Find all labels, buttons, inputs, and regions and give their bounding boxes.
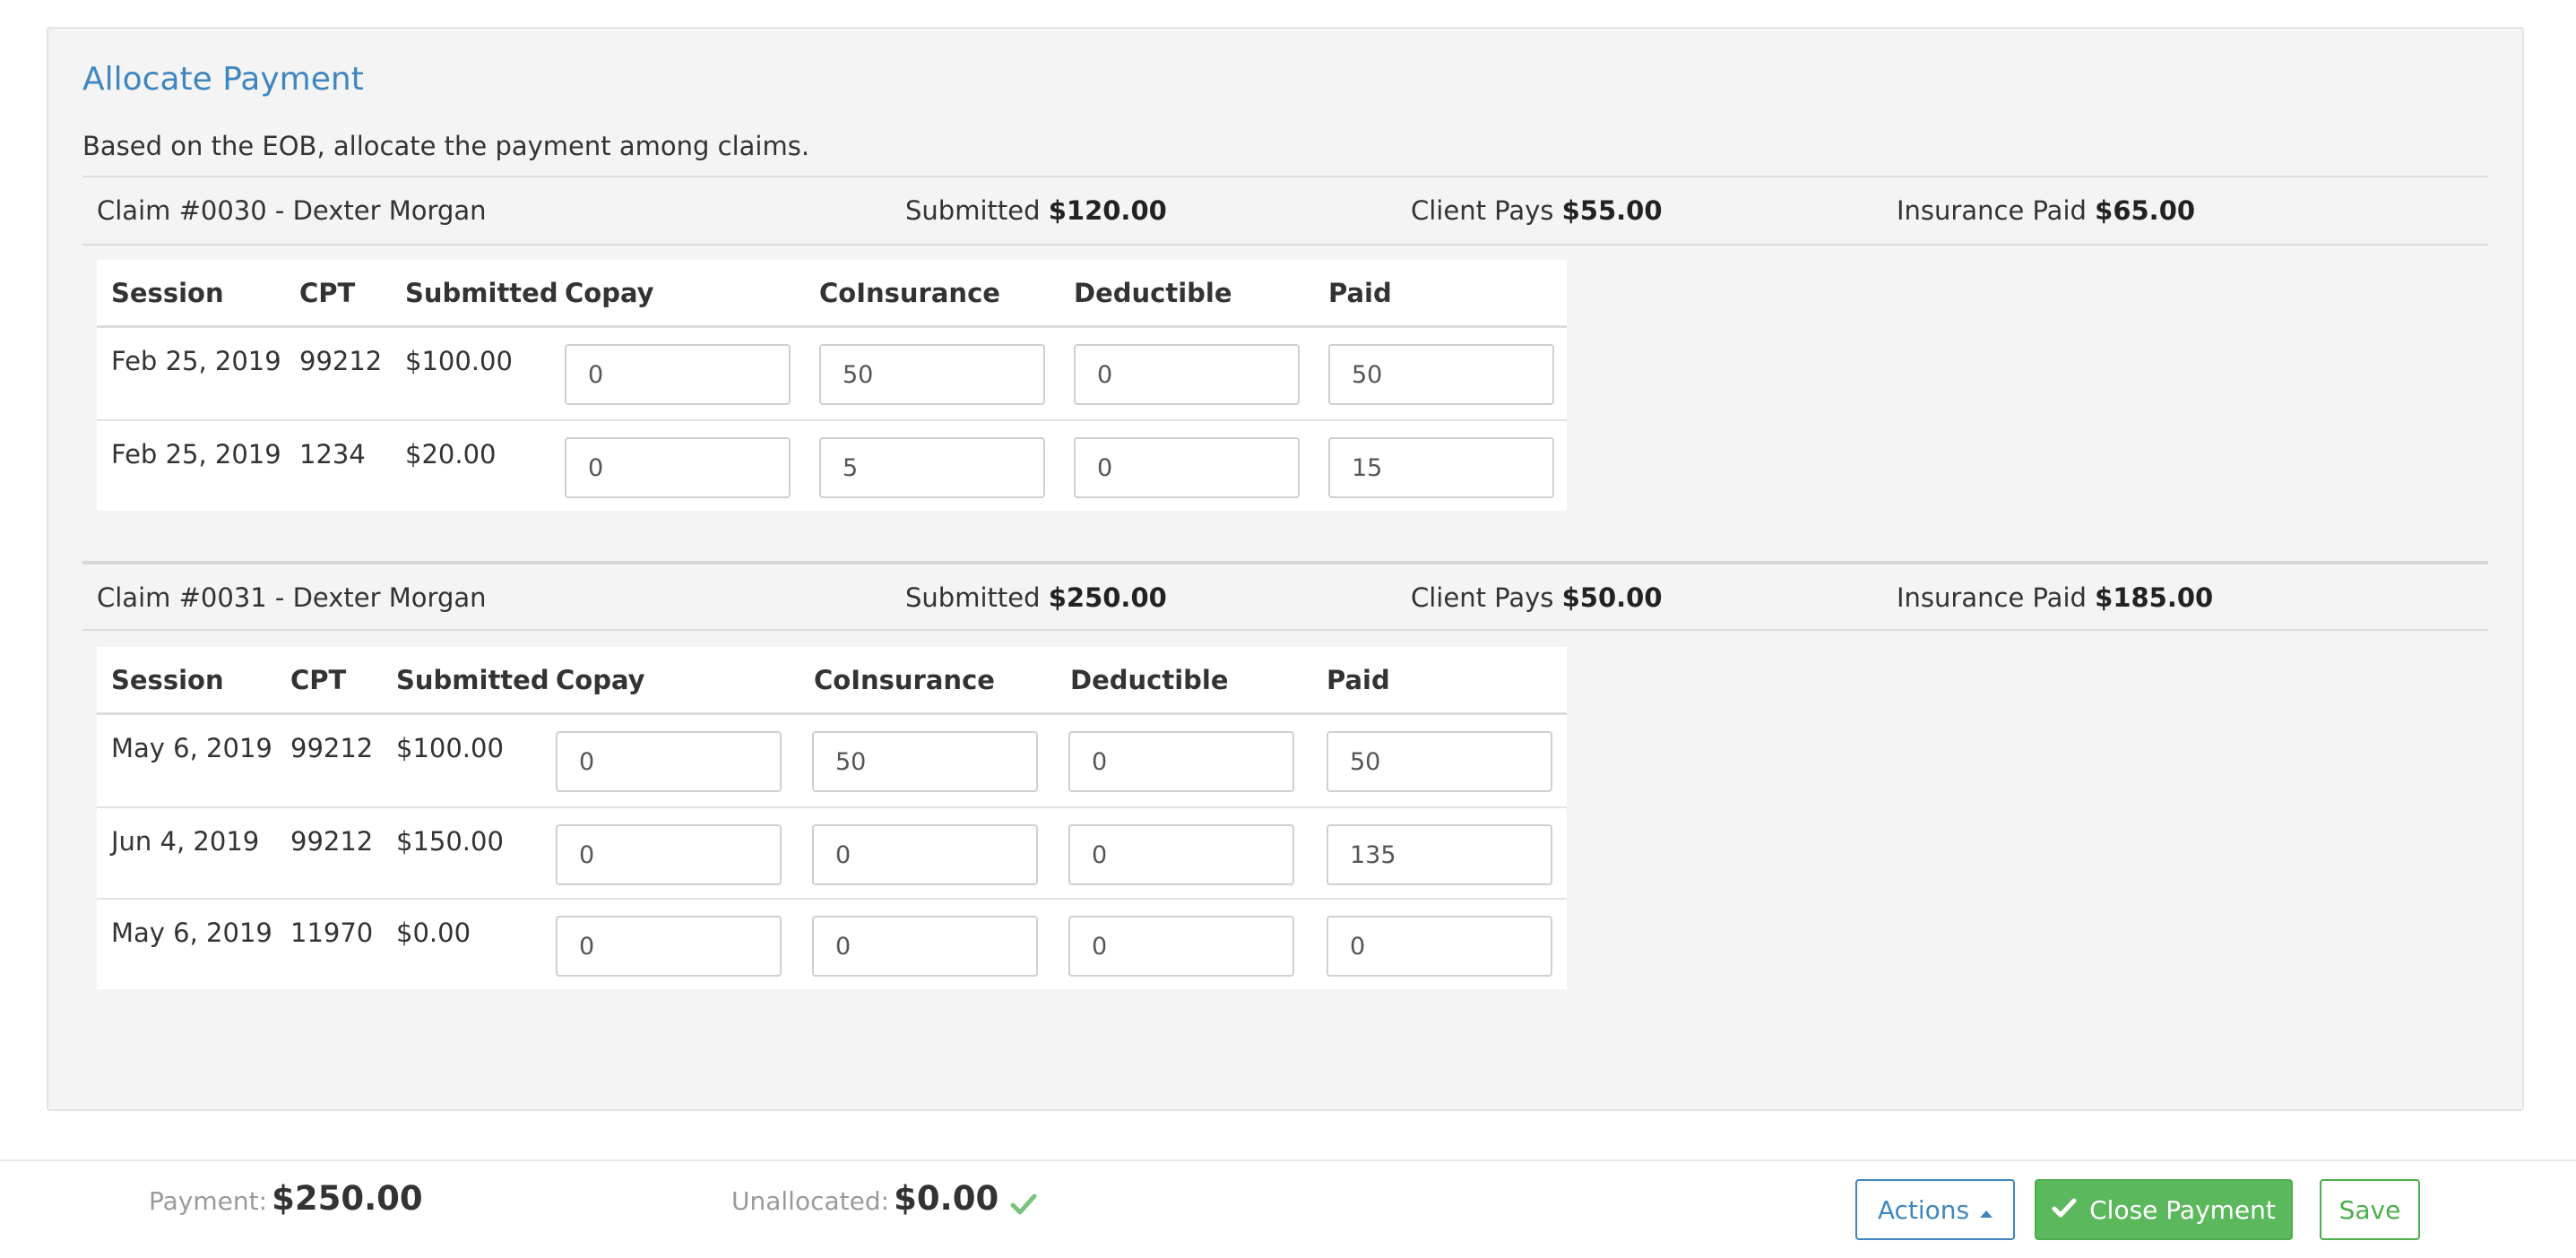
- claim-submitted: Submitted $120.00: [905, 195, 1167, 226]
- claim-client-pays-label: Client Pays: [1411, 195, 1554, 226]
- col-session: Session: [111, 665, 224, 695]
- cpt-code: 99212: [290, 733, 374, 763]
- panel-description: Based on the EOB, allocate the payment a…: [82, 131, 810, 161]
- col-submitted: Submitted: [405, 278, 558, 308]
- unallocated-total: Unallocated: $0.00: [731, 1179, 1037, 1219]
- col-paid: Paid: [1327, 665, 1390, 695]
- submitted-amount: $150.00: [396, 826, 504, 857]
- table-row: Feb 25, 2019 1234 $20.00: [97, 419, 1567, 511]
- session-date: Jun 4, 2019: [111, 826, 260, 857]
- claim-insurance-paid-value: $65.00: [2095, 195, 2196, 226]
- save-button[interactable]: Save: [2320, 1179, 2420, 1240]
- col-submitted: Submitted: [396, 665, 549, 695]
- submitted-amount: $0.00: [396, 918, 471, 948]
- unallocated-label: Unallocated:: [731, 1186, 890, 1216]
- table-header-row: Session CPT Submitted Copay CoInsurance …: [97, 647, 1567, 715]
- deductible-input[interactable]: [1068, 731, 1294, 792]
- payment-label: Payment:: [149, 1186, 268, 1216]
- claim-insurance-paid: Insurance Paid $65.00: [1897, 195, 2195, 226]
- claim-client-pays-value: $55.00: [1561, 195, 1663, 226]
- coinsurance-input[interactable]: [812, 916, 1038, 977]
- payment-value: $250.00: [272, 1179, 423, 1218]
- paid-input[interactable]: [1328, 437, 1554, 498]
- table-header-row: Session CPT Submitted Copay CoInsurance …: [97, 260, 1567, 328]
- actions-label: Actions: [1877, 1194, 1970, 1225]
- unallocated-value: $0.00: [894, 1179, 999, 1218]
- claim-submitted-value: $120.00: [1048, 195, 1167, 226]
- allocate-payment-panel: Allocate Payment Based on the EOB, alloc…: [47, 27, 2524, 1111]
- claim-submitted: Submitted $250.00: [905, 582, 1167, 613]
- claim-client-pays: Client Pays $55.00: [1411, 195, 1663, 226]
- cpt-code: 11970: [290, 918, 374, 948]
- copay-input[interactable]: [565, 437, 791, 498]
- copay-input[interactable]: [556, 824, 782, 885]
- submitted-amount: $20.00: [405, 439, 497, 470]
- table-row: May 6, 2019 11970 $0.00: [97, 898, 1567, 989]
- col-copay: Copay: [556, 665, 645, 695]
- panel-title: Allocate Payment: [82, 61, 364, 98]
- table-row: May 6, 2019 99212 $100.00: [97, 715, 1567, 806]
- copay-input[interactable]: [565, 344, 791, 405]
- deductible-input[interactable]: [1074, 344, 1300, 405]
- session-date: Feb 25, 2019: [111, 439, 281, 470]
- claim-insurance-paid: Insurance Paid $185.00: [1897, 582, 2213, 613]
- claim-lines-table: Session CPT Submitted Copay CoInsurance …: [97, 260, 1567, 511]
- col-cpt: CPT: [290, 665, 347, 695]
- copay-input[interactable]: [556, 731, 782, 792]
- check-icon: [2052, 1195, 2077, 1225]
- cpt-code: 99212: [290, 826, 374, 857]
- paid-input[interactable]: [1327, 731, 1552, 792]
- col-paid: Paid: [1328, 278, 1392, 308]
- payment-total: Payment: $250.00: [149, 1179, 423, 1218]
- col-copay: Copay: [565, 278, 654, 308]
- session-date: Feb 25, 2019: [111, 346, 281, 376]
- col-deductible: Deductible: [1070, 665, 1229, 695]
- col-cpt: CPT: [299, 278, 356, 308]
- claim-header: Claim #0030 - Dexter Morgan Submitted $1…: [82, 176, 2488, 246]
- coinsurance-input[interactable]: [819, 437, 1045, 498]
- save-label: Save: [2338, 1194, 2401, 1225]
- check-icon: [1010, 1193, 1037, 1219]
- paid-input[interactable]: [1327, 824, 1552, 885]
- claim-submitted-value: $250.00: [1048, 582, 1167, 613]
- col-session: Session: [111, 278, 224, 308]
- claim-insurance-paid-label: Insurance Paid: [1897, 582, 2087, 613]
- deductible-input[interactable]: [1074, 437, 1300, 498]
- submitted-amount: $100.00: [396, 733, 504, 763]
- copay-input[interactable]: [556, 916, 782, 977]
- session-date: May 6, 2019: [111, 918, 272, 948]
- paid-input[interactable]: [1327, 916, 1552, 977]
- claim-insurance-paid-value: $185.00: [2095, 582, 2214, 613]
- cpt-code: 1234: [299, 439, 366, 470]
- caret-up-icon: [1980, 1195, 1993, 1225]
- claim-title: Claim #0030 - Dexter Morgan: [97, 195, 487, 226]
- claim-insurance-paid-label: Insurance Paid: [1897, 195, 2087, 226]
- submitted-amount: $100.00: [405, 346, 513, 376]
- table-row: Feb 25, 2019 99212 $100.00: [97, 328, 1567, 419]
- coinsurance-input[interactable]: [819, 344, 1045, 405]
- footer-divider: [0, 1159, 2576, 1161]
- paid-input[interactable]: [1328, 344, 1554, 405]
- cpt-code: 99212: [299, 346, 383, 376]
- claim-client-pays: Client Pays $50.00: [1411, 582, 1663, 613]
- close-payment-button[interactable]: Close Payment: [2035, 1179, 2293, 1240]
- claim-submitted-label: Submitted: [905, 195, 1041, 226]
- claim-title: Claim #0031 - Dexter Morgan: [97, 582, 487, 613]
- claim-submitted-label: Submitted: [905, 582, 1041, 613]
- col-deductible: Deductible: [1074, 278, 1232, 308]
- claim-client-pays-label: Client Pays: [1411, 582, 1554, 613]
- table-row: Jun 4, 2019 99212 $150.00: [97, 806, 1567, 898]
- coinsurance-input[interactable]: [812, 824, 1038, 885]
- deductible-input[interactable]: [1068, 916, 1294, 977]
- col-coinsurance: CoInsurance: [814, 665, 995, 695]
- coinsurance-input[interactable]: [812, 731, 1038, 792]
- claim-lines-table: Session CPT Submitted Copay CoInsurance …: [97, 647, 1567, 989]
- claim-header: Claim #0031 - Dexter Morgan Submitted $2…: [82, 561, 2488, 631]
- claim-client-pays-value: $50.00: [1561, 582, 1663, 613]
- deductible-input[interactable]: [1068, 824, 1294, 885]
- actions-button[interactable]: Actions: [1855, 1179, 2015, 1240]
- col-coinsurance: CoInsurance: [819, 278, 1000, 308]
- session-date: May 6, 2019: [111, 733, 272, 763]
- close-payment-label: Close Payment: [2089, 1194, 2276, 1225]
